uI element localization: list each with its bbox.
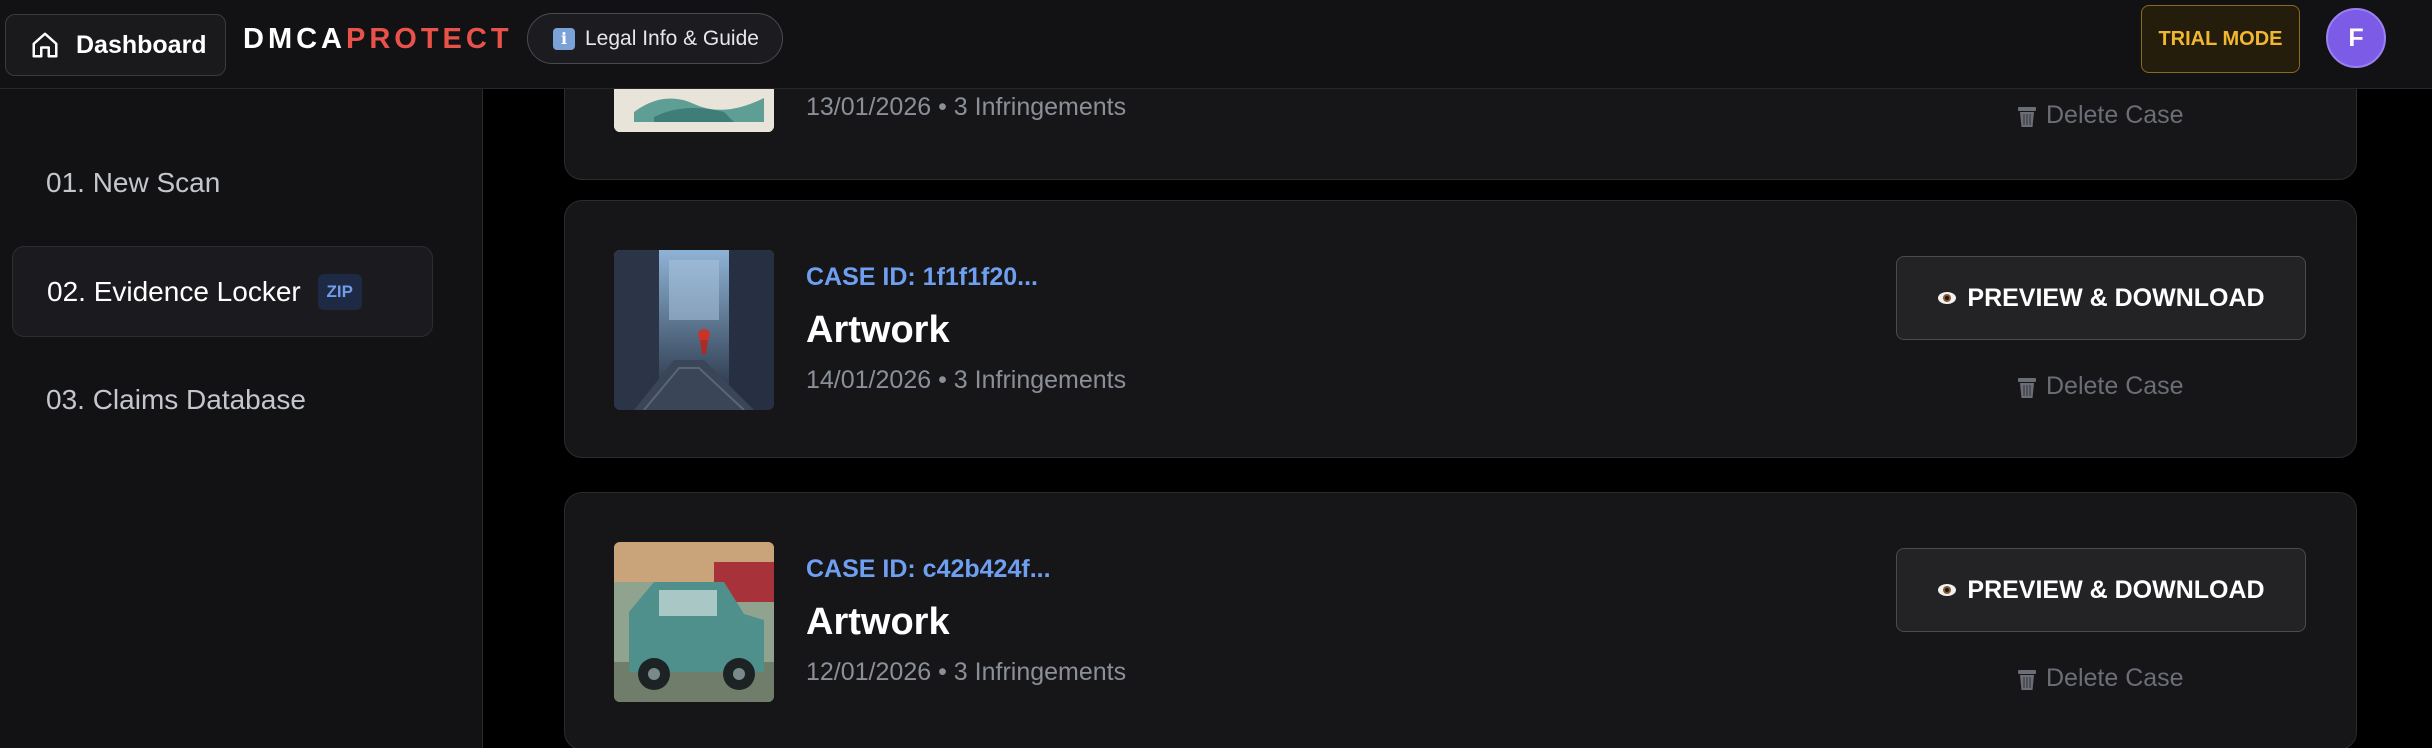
meta-separator: • xyxy=(938,658,947,686)
preview-download-label: PREVIEW & DOWNLOAD xyxy=(1967,575,2265,604)
sidebar-item-evidence-locker[interactable]: 02. Evidence Locker ZIP xyxy=(12,246,433,337)
sidebar-item-label: 02. Evidence Locker xyxy=(47,275,301,307)
meta-separator: • xyxy=(938,366,947,394)
case-meta: 14/01/2026 • 3 Infringements xyxy=(806,366,1126,395)
case-date: 13/01/2026 xyxy=(806,93,932,121)
case-meta: 13/01/2026 • 3 Infringements xyxy=(806,93,1126,122)
case-card: CASE ID: 1f1f1f20... Artwork 14/01/2026 … xyxy=(564,200,2357,458)
case-meta: 12/01/2026 • 3 Infringements xyxy=(806,658,1126,687)
legal-info-label: Legal Info & Guide xyxy=(585,26,759,50)
avatar[interactable]: F xyxy=(2326,8,2386,68)
case-id: CASE ID: c42b424f... xyxy=(806,555,1051,583)
sidebar-item-label: 01. New Scan xyxy=(46,166,221,198)
case-title: Artwork xyxy=(806,309,950,351)
sidebar-item-claims-database[interactable]: 03. Claims Database xyxy=(12,354,433,445)
dashboard-button[interactable]: Dashboard xyxy=(5,14,226,76)
preview-download-label: PREVIEW & DOWNLOAD xyxy=(1967,283,2265,312)
sidebar-item-label: 03. Claims Database xyxy=(46,383,306,415)
info-icon: i xyxy=(553,27,575,50)
case-card: CASE ID: c42b424f... Artwork 12/01/2026 … xyxy=(564,492,2357,748)
case-infringements: 3 Infringements xyxy=(953,658,1127,686)
trial-mode-badge[interactable]: TRIAL MODE xyxy=(2141,5,2300,73)
eye-icon xyxy=(1937,291,1957,305)
meta-separator: • xyxy=(938,93,947,121)
legal-info-button[interactable]: i Legal Info & Guide xyxy=(527,13,783,64)
sidebar: 01. New Scan 02. Evidence Locker ZIP 03.… xyxy=(0,89,483,748)
zip-badge: ZIP xyxy=(317,273,362,310)
trash-icon xyxy=(2016,104,2038,128)
case-date: 12/01/2026 xyxy=(806,658,932,686)
case-thumbnail[interactable] xyxy=(614,250,774,410)
preview-download-button[interactable]: PREVIEW & DOWNLOAD xyxy=(1896,256,2306,340)
case-infringements: 3 Infringements xyxy=(953,93,1127,121)
case-title: Artwork xyxy=(806,601,950,643)
case-thumbnail[interactable] xyxy=(614,542,774,702)
trial-mode-label: TRIAL MODE xyxy=(2158,27,2283,50)
delete-case-label: Delete Case xyxy=(2046,101,2184,129)
dashboard-label: Dashboard xyxy=(76,30,207,59)
sidebar-item-new-scan[interactable]: 01. New Scan xyxy=(12,137,433,228)
app-logo: DMCAPROTECT xyxy=(243,22,513,56)
logo-part-protect: PROTECT xyxy=(346,23,513,55)
case-thumbnail[interactable] xyxy=(614,89,774,132)
case-id: CASE ID: 1f1f1f20... xyxy=(806,263,1039,291)
preview-download-button[interactable]: PREVIEW & DOWNLOAD xyxy=(1896,548,2306,632)
avatar-initial: F xyxy=(2348,23,2364,52)
top-bar: Dashboard DMCAPROTECT i Legal Info & Gui… xyxy=(0,0,2432,89)
delete-case-button[interactable]: Delete Case xyxy=(2016,101,2184,130)
home-icon xyxy=(30,30,60,60)
app-root: Dashboard DMCAPROTECT i Legal Info & Gui… xyxy=(0,0,2432,748)
trash-icon xyxy=(2016,375,2038,399)
logo-part-dmca: DMCA xyxy=(243,23,346,55)
delete-case-button[interactable]: Delete Case xyxy=(2016,664,2184,693)
case-card: 13/01/2026 • 3 Infringements Delete Case xyxy=(564,89,2357,180)
case-infringements: 3 Infringements xyxy=(953,366,1127,394)
eye-icon xyxy=(1937,583,1957,597)
evidence-list[interactable]: 13/01/2026 • 3 Infringements Delete Case xyxy=(484,89,2432,748)
delete-case-label: Delete Case xyxy=(2046,372,2184,400)
case-date: 14/01/2026 xyxy=(806,366,932,394)
delete-case-label: Delete Case xyxy=(2046,664,2184,692)
delete-case-button[interactable]: Delete Case xyxy=(2016,372,2184,401)
trash-icon xyxy=(2016,667,2038,691)
